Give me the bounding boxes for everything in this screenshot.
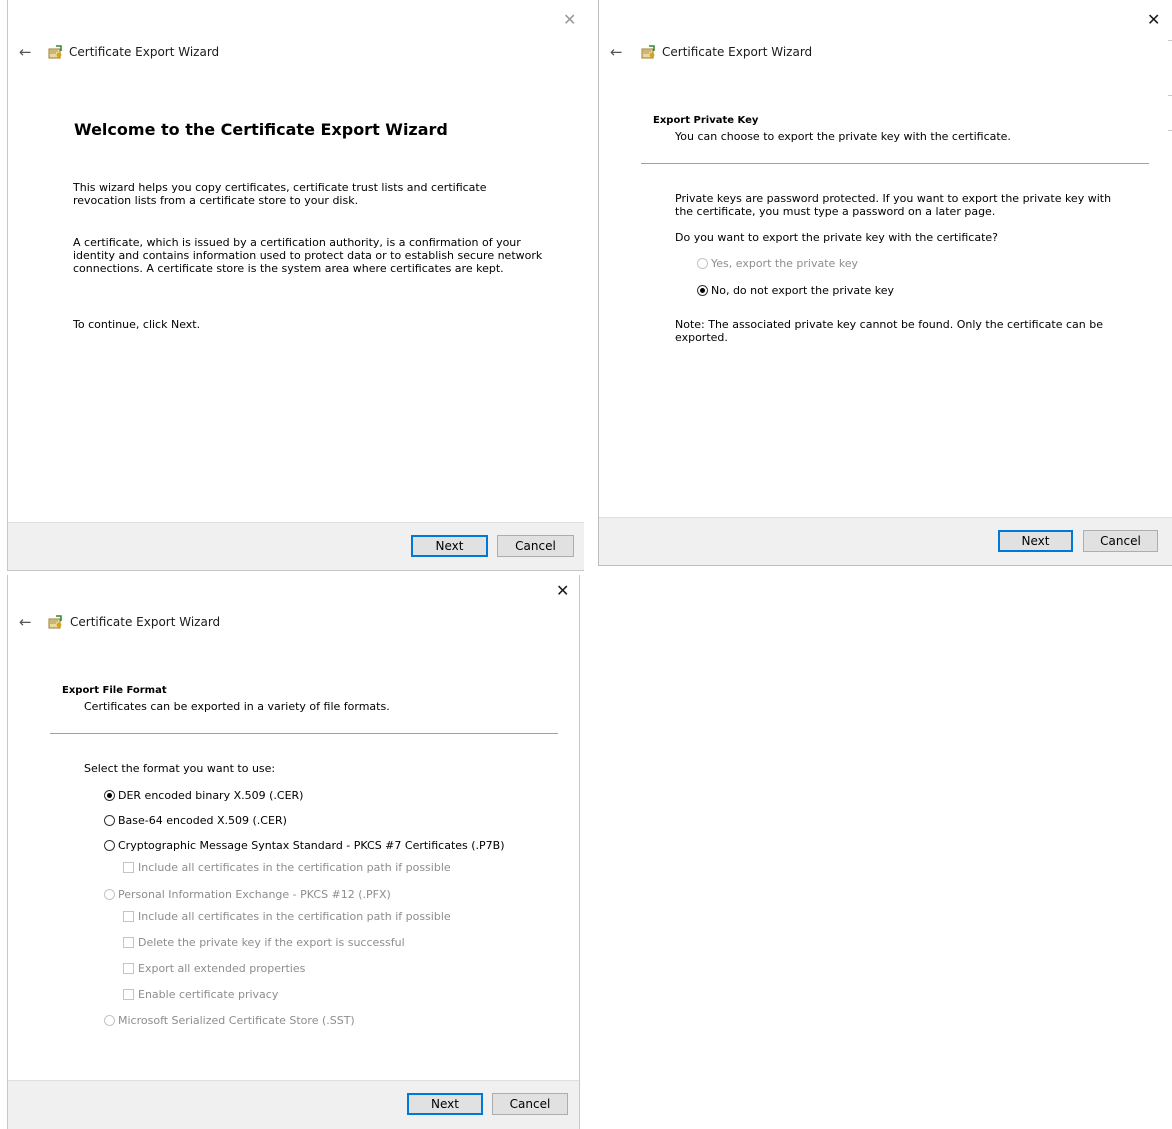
section-description: Certificates can be exported in a variet… — [84, 700, 390, 713]
dialog-footer: Next Cancel — [8, 1080, 579, 1129]
cancel-button[interactable]: Cancel — [1083, 530, 1158, 552]
back-arrow-icon[interactable]: ← — [610, 45, 623, 60]
close-icon[interactable]: ✕ — [556, 583, 569, 599]
checkbox[interactable] — [123, 989, 134, 1000]
radio-p7b-format[interactable]: Cryptographic Message Syntax Standard - … — [104, 839, 505, 852]
radio-pfx-format[interactable]: Personal Information Exchange - PKCS #12… — [104, 888, 391, 901]
checkbox-export-extended-properties[interactable]: Export all extended properties — [123, 962, 305, 975]
background-edge — [1168, 95, 1172, 96]
checkbox-label: Enable certificate privacy — [138, 988, 279, 1001]
checkbox[interactable] — [123, 911, 134, 922]
back-arrow-icon[interactable]: ← — [19, 615, 32, 630]
section-title: Export File Format — [62, 685, 167, 696]
radio-button[interactable] — [104, 840, 115, 851]
option-label: No, do not export the private key — [711, 284, 894, 297]
checkbox-label: Delete the private key if the export is … — [138, 936, 405, 949]
dialog-footer: Next Cancel — [599, 517, 1172, 565]
certificate-wizard-icon — [48, 45, 62, 59]
checkbox-p7b-include-path[interactable]: Include all certificates in the certific… — [123, 861, 451, 874]
background-edge — [1168, 130, 1172, 131]
radio-base64-format[interactable]: Base-64 encoded X.509 (.CER) — [104, 814, 287, 827]
radio-button[interactable] — [697, 285, 708, 296]
dialog-title: Certificate Export Wizard — [70, 615, 221, 629]
header-separator — [641, 163, 1149, 164]
radio-no-export[interactable]: No, do not export the private key — [697, 284, 894, 297]
checkbox-label: Include all certificates in the certific… — [138, 910, 451, 923]
password-info: Private keys are password protected. If … — [675, 192, 1112, 218]
checkbox-pfx-include-path[interactable]: Include all certificates in the certific… — [123, 910, 451, 923]
export-file-format-dialog: ✕ ← Certificate Export Wizard Export Fil… — [7, 575, 580, 1129]
section-title: Export Private Key — [653, 115, 759, 126]
radio-button[interactable] — [104, 1015, 115, 1026]
welcome-dialog: ✕ ← Certificate Export Wizard Welcome to… — [7, 0, 584, 571]
option-label: Microsoft Serialized Certificate Store (… — [118, 1014, 355, 1027]
continue-instruction: To continue, click Next. — [73, 318, 201, 331]
cancel-button[interactable]: Cancel — [497, 535, 574, 557]
close-icon[interactable]: ✕ — [563, 12, 576, 28]
checkbox[interactable] — [123, 937, 134, 948]
checkbox-label: Export all extended properties — [138, 962, 306, 975]
cancel-button[interactable]: Cancel — [492, 1093, 568, 1115]
format-prompt: Select the format you want to use: — [84, 762, 276, 775]
note-text: Note: The associated private key cannot … — [675, 318, 1103, 344]
section-description: You can choose to export the private key… — [675, 130, 1011, 143]
radio-sst-format[interactable]: Microsoft Serialized Certificate Store (… — [104, 1014, 355, 1027]
welcome-heading: Welcome to the Certificate Export Wizard — [74, 120, 448, 139]
option-label: Cryptographic Message Syntax Standard - … — [118, 839, 505, 852]
dialog-footer: Next Cancel — [8, 522, 584, 570]
export-question: Do you want to export the private key wi… — [675, 231, 999, 244]
background-edge — [1168, 40, 1172, 41]
certificate-wizard-icon — [48, 615, 62, 629]
header-separator — [50, 733, 558, 734]
close-icon[interactable]: ✕ — [1147, 12, 1160, 28]
radio-der-format[interactable]: DER encoded binary X.509 (.CER) — [104, 789, 303, 802]
dialog-title: Certificate Export Wizard — [69, 45, 220, 59]
radio-button[interactable] — [104, 790, 115, 801]
checkbox-label: Include all certificates in the certific… — [138, 861, 451, 874]
option-label: DER encoded binary X.509 (.CER) — [118, 789, 304, 802]
option-label: Yes, export the private key — [711, 257, 859, 270]
certificate-description: A certificate, which is issued by a cert… — [73, 236, 543, 275]
option-label: Personal Information Exchange - PKCS #12… — [118, 888, 391, 901]
export-private-key-dialog: ✕ ← Certificate Export Wizard Export Pri… — [598, 0, 1172, 566]
next-button[interactable]: Next — [411, 535, 488, 557]
checkbox[interactable] — [123, 963, 134, 974]
certificate-wizard-icon — [641, 45, 655, 59]
checkbox-delete-private-key[interactable]: Delete the private key if the export is … — [123, 936, 405, 949]
next-button[interactable]: Next — [998, 530, 1073, 552]
radio-button[interactable] — [697, 258, 708, 269]
dialog-title: Certificate Export Wizard — [662, 45, 813, 59]
radio-button[interactable] — [104, 815, 115, 826]
radio-yes-export[interactable]: Yes, export the private key — [697, 257, 858, 270]
checkbox-enable-privacy[interactable]: Enable certificate privacy — [123, 988, 278, 1001]
next-button[interactable]: Next — [407, 1093, 483, 1115]
checkbox[interactable] — [123, 862, 134, 873]
intro-paragraph: This wizard helps you copy certificates,… — [73, 181, 487, 207]
option-label: Base-64 encoded X.509 (.CER) — [118, 814, 287, 827]
radio-button[interactable] — [104, 889, 115, 900]
back-arrow-icon[interactable]: ← — [19, 45, 32, 60]
